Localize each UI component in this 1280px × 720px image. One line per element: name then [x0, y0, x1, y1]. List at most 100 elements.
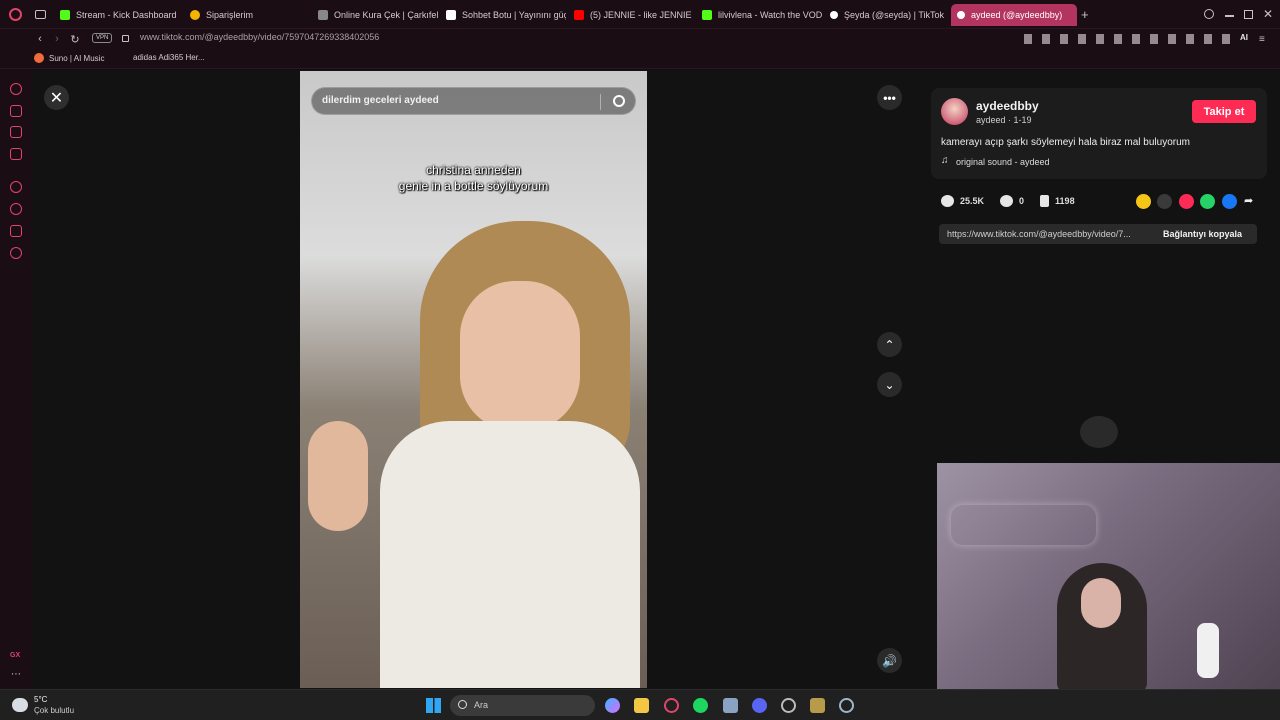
reload-icon[interactable]: ↻: [68, 32, 82, 46]
bookmark-suno[interactable]: Suno | AI Music: [34, 53, 104, 63]
toolbar-extension-icons[interactable]: [1024, 34, 1234, 44]
gx-control-icon[interactable]: [10, 83, 22, 95]
weather-icon[interactable]: [12, 698, 28, 712]
more-options-button[interactable]: •••: [877, 85, 902, 110]
minimize-icon[interactable]: [1225, 15, 1234, 17]
bookmarks-bar: Suno | AI Music adidas Adi365 Her...: [0, 49, 1280, 69]
opera-gx-taskbar-icon[interactable]: [664, 698, 679, 713]
sidebar-more-icon[interactable]: ⋯: [11, 669, 21, 680]
forward-icon[interactable]: ›: [50, 32, 64, 46]
search-query[interactable]: dilerdim geceleri aydeed: [322, 95, 439, 106]
tab-aydeed-tiktok[interactable]: aydeed (@aydeedbby): [951, 4, 1077, 26]
tab-lilvivlena[interactable]: lilvivlena - Watch the VOD: [696, 4, 822, 26]
messenger-icon[interactable]: [10, 148, 22, 160]
tab-switcher-icon[interactable]: [35, 10, 46, 19]
copilot-icon[interactable]: [605, 698, 620, 713]
url-field[interactable]: www.tiktok.com/@aydeedbby/video/75970472…: [140, 32, 379, 42]
facebook-icon[interactable]: [1222, 194, 1237, 209]
next-video-button[interactable]: ⌄: [877, 372, 902, 397]
discord-icon[interactable]: [752, 698, 767, 713]
twitch-icon[interactable]: [10, 126, 22, 138]
whatsapp-icon[interactable]: [1200, 194, 1215, 209]
author-subline: aydeed · 1-19: [976, 115, 1032, 125]
player-icon[interactable]: [10, 181, 22, 193]
app-icon-1[interactable]: [723, 698, 738, 713]
weather-condition[interactable]: Çok bulutlu: [34, 706, 74, 715]
tiktok-icon: [957, 11, 965, 19]
tab-kick-dashboard[interactable]: Stream - Kick Dashboard: [54, 4, 184, 26]
tab-seyda-tiktok[interactable]: Şeyda (@seyda) | TikTok: [824, 4, 950, 26]
shop-icon: [190, 10, 200, 20]
windows-start-icon[interactable]: [426, 698, 441, 713]
follow-button[interactable]: Takip et: [1192, 100, 1256, 123]
cam-neon-sign: [951, 505, 1096, 545]
tiktok-icon: [830, 11, 838, 19]
app-icon-3[interactable]: [810, 698, 825, 713]
kick-icon: [60, 10, 70, 20]
hidden-comments-icon: [1080, 416, 1118, 448]
new-tab-plus-icon[interactable]: +: [1081, 7, 1089, 22]
browser-tab-bar: Stream - Kick Dashboard Siparişlerim Onl…: [0, 0, 1280, 29]
volume-button[interactable]: 🔊: [877, 648, 902, 673]
sound-name[interactable]: original sound - aydeed: [956, 157, 1050, 167]
video-link-text[interactable]: https://www.tiktok.com/@aydeedbby/video/…: [947, 229, 1131, 239]
weather-temperature[interactable]: 5°C: [34, 695, 47, 704]
bookmark-adidas[interactable]: adidas Adi365 Her...: [133, 53, 205, 62]
video-link-box: https://www.tiktok.com/@aydeedbby/video/…: [939, 224, 1257, 244]
settings-gear-icon[interactable]: [839, 698, 854, 713]
author-username[interactable]: aydeedbby: [976, 99, 1039, 113]
address-bar-row: ‹ › ↻ VPN www.tiktok.com/@aydeedbby/vide…: [0, 29, 1280, 49]
music-note-icon: ♫: [941, 155, 949, 166]
app-icon-2[interactable]: [781, 698, 796, 713]
video-frame-face: [460, 281, 580, 431]
file-explorer-icon[interactable]: [634, 698, 649, 713]
settings-icon[interactable]: [10, 247, 22, 259]
tab-siparislerim[interactable]: Siparişlerim: [184, 4, 310, 26]
spotify-icon[interactable]: [693, 698, 708, 713]
close-window-icon[interactable]: ✕: [1263, 7, 1273, 21]
post-description: kamerayı açıp şarkı söylemeyi hala biraz…: [941, 137, 1190, 148]
back-icon[interactable]: ‹: [33, 32, 47, 46]
suno-icon: [34, 53, 44, 63]
bot-icon: [446, 10, 456, 20]
video-frame-hand: [308, 421, 368, 531]
share-tiktok-icon[interactable]: [1179, 194, 1194, 209]
avatar[interactable]: [941, 98, 968, 125]
comment-stat[interactable]: 0: [1000, 195, 1024, 207]
maximize-icon[interactable]: [1244, 10, 1253, 19]
video-search-bar[interactable]: dilerdim geceleri aydeed: [311, 87, 636, 115]
opera-logo-icon[interactable]: [9, 8, 22, 21]
aria-ai-label[interactable]: AI: [1240, 33, 1248, 42]
lock-icon: [122, 35, 129, 42]
search-icon: [458, 700, 467, 709]
menu-icon[interactable]: ≡: [1259, 34, 1265, 45]
kick-icon: [702, 10, 712, 20]
history-icon[interactable]: [10, 203, 22, 215]
save-stat[interactable]: 1198: [1040, 195, 1075, 207]
copy-link-button[interactable]: Bağlantıyı kopyala: [1163, 229, 1242, 239]
video-player[interactable]: dilerdim geceleri aydeed christina anned…: [300, 71, 647, 688]
like-stat[interactable]: 25.5K: [941, 195, 984, 207]
close-video-button[interactable]: ✕: [44, 85, 69, 110]
taskbar-search[interactable]: Ara: [450, 695, 595, 716]
search-icon[interactable]: [613, 95, 625, 107]
windows-taskbar: 5°C Çok bulutlu Ara: [0, 689, 1280, 720]
bookmark-icon: [1040, 195, 1050, 207]
search-tabs-icon[interactable]: [1204, 9, 1214, 19]
tab-sohbet-botu[interactable]: Sohbet Botu | Yayınını güç: [440, 4, 566, 26]
cam-streamer-face: [1081, 578, 1121, 628]
vpn-badge[interactable]: VPN: [92, 33, 113, 43]
tab-youtube-jennie[interactable]: (5) JENNIE - like JENNIE (: [568, 4, 694, 26]
engagement-stats: 25.5K 0 1198: [941, 193, 1091, 209]
share-friends-icon[interactable]: [1136, 194, 1151, 209]
game-icon[interactable]: [10, 105, 22, 117]
previous-video-button[interactable]: ⌃: [877, 332, 902, 357]
youtube-icon: [574, 10, 584, 20]
gx-label[interactable]: GX: [10, 652, 20, 659]
video-frame-shirt: [380, 421, 640, 688]
embed-code-icon[interactable]: [1157, 194, 1172, 209]
extensions-icon[interactable]: [10, 225, 22, 237]
tab-online-kura[interactable]: Online Kura Çek | Çarkıfel: [312, 4, 438, 26]
share-arrow-icon[interactable]: ➦: [1244, 194, 1253, 207]
cam-microphone: [1197, 623, 1219, 678]
